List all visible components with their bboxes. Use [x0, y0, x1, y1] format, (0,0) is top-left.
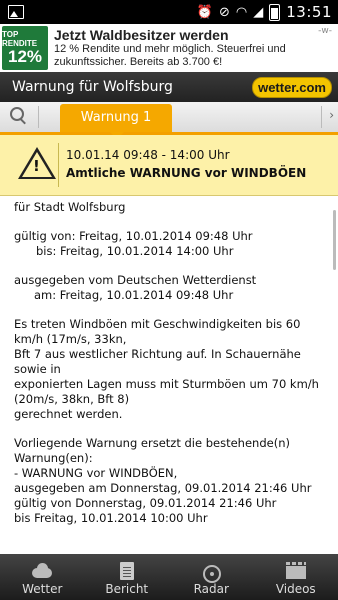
search-icon[interactable] [10, 107, 30, 127]
divider [58, 143, 59, 187]
divider [321, 106, 322, 128]
bottom-nav: Wetter Bericht Radar Videos [0, 554, 338, 600]
nav-radar[interactable]: Radar [169, 562, 253, 600]
cloud-icon [30, 562, 54, 580]
nav-wetter[interactable]: Wetter [0, 562, 84, 600]
video-icon [284, 562, 308, 580]
issued-by: ausgegeben vom Deutschen Wetterdienst [14, 273, 257, 287]
tab-bar: Warnung 1 › [0, 102, 338, 139]
valid-to: bis: Freitag, 10.01.2014 14:00 Uhr [36, 244, 234, 258]
document-icon [119, 562, 134, 580]
ad-badge-value: 12% [7, 47, 43, 66]
replaces-line: Vorliegende Warnung ersetzt die bestehen… [14, 436, 290, 465]
wetter-logo[interactable]: wetter.com [252, 76, 332, 98]
radar-icon [199, 562, 223, 583]
replaces-line: - WARNUNG vor WINDBÖEN, [14, 466, 178, 480]
page-title: Warnung für Wolfsburg [12, 79, 173, 95]
nav-label: Videos [275, 582, 316, 596]
status-bar: ⏰ ⊘ ◠ ◢ 13:51 [0, 0, 338, 24]
description-line: exponierten Lagen muss mit Sturmböen um … [14, 377, 319, 406]
chevron-right-icon[interactable]: › [329, 108, 334, 122]
nav-bericht[interactable]: Bericht [85, 562, 169, 600]
tab-warnung-1[interactable]: Warnung 1 [60, 104, 172, 132]
replaces-line: bis Freitag, 10.01.2014 10:00 Uhr [14, 511, 208, 525]
warning-summary: ! 10.01.14 09:48 - 14:00 Uhr Amtliche WA… [0, 135, 338, 196]
alarm-icon: ⏰ [196, 4, 214, 20]
description-line: gerechnet werden. [14, 407, 123, 421]
wifi-icon: ◠ [235, 4, 248, 20]
description-line: Bft 7 aus westlicher Richtung auf. In Sc… [14, 347, 301, 376]
ad-badge: TOP RENDITE 12% [2, 26, 48, 70]
valid-from: gültig von: Freitag, 10.01.2014 09:48 Uh… [14, 229, 253, 243]
nav-videos[interactable]: Videos [254, 562, 338, 600]
for-city: für Stadt Wolfsburg [14, 200, 126, 214]
replaces-line: ausgegeben am Donnerstag, 09.01.2014 21:… [14, 481, 312, 495]
warning-details: für Stadt Wolfsburg gültig von: Freitag,… [14, 200, 326, 554]
ad-banner[interactable]: TOP RENDITE 12% Jetzt Waldbesitzer werde… [0, 24, 338, 73]
warning-title: Amtliche WARNUNG vor WINDBÖEN [66, 166, 307, 180]
gallery-notification-icon [8, 5, 24, 19]
app-header: Warnung für Wolfsburg wetter.com [0, 72, 338, 102]
scrollbar[interactable] [333, 210, 336, 270]
replaces-line: gültig von Donnerstag, 09.01.2014 21:46 … [14, 496, 277, 510]
nav-label: Wetter [22, 582, 63, 596]
ad-title: Jetzt Waldbesitzer werden [54, 27, 229, 43]
clock: 13:51 [286, 3, 332, 21]
description-line: Es treten Windböen mit Geschwindigkeiten… [14, 317, 301, 346]
nav-label: Radar [193, 582, 229, 596]
nav-label: Bericht [105, 582, 149, 596]
ad-body: 12 % Rendite und mehr möglich. Steuerfre… [54, 43, 286, 68]
divider [38, 106, 39, 128]
no-sim-icon: ⊘ [219, 4, 230, 20]
battery-icon [269, 3, 281, 21]
warning-time: 10.01.14 09:48 - 14:00 Uhr [66, 148, 230, 162]
ad-close-icon[interactable]: -w- [318, 26, 332, 36]
ad-badge-label: TOP RENDITE [2, 30, 38, 48]
signal-icon: ◢ [253, 4, 264, 20]
issued-at: am: Freitag, 10.01.2014 09:48 Uhr [34, 288, 234, 302]
